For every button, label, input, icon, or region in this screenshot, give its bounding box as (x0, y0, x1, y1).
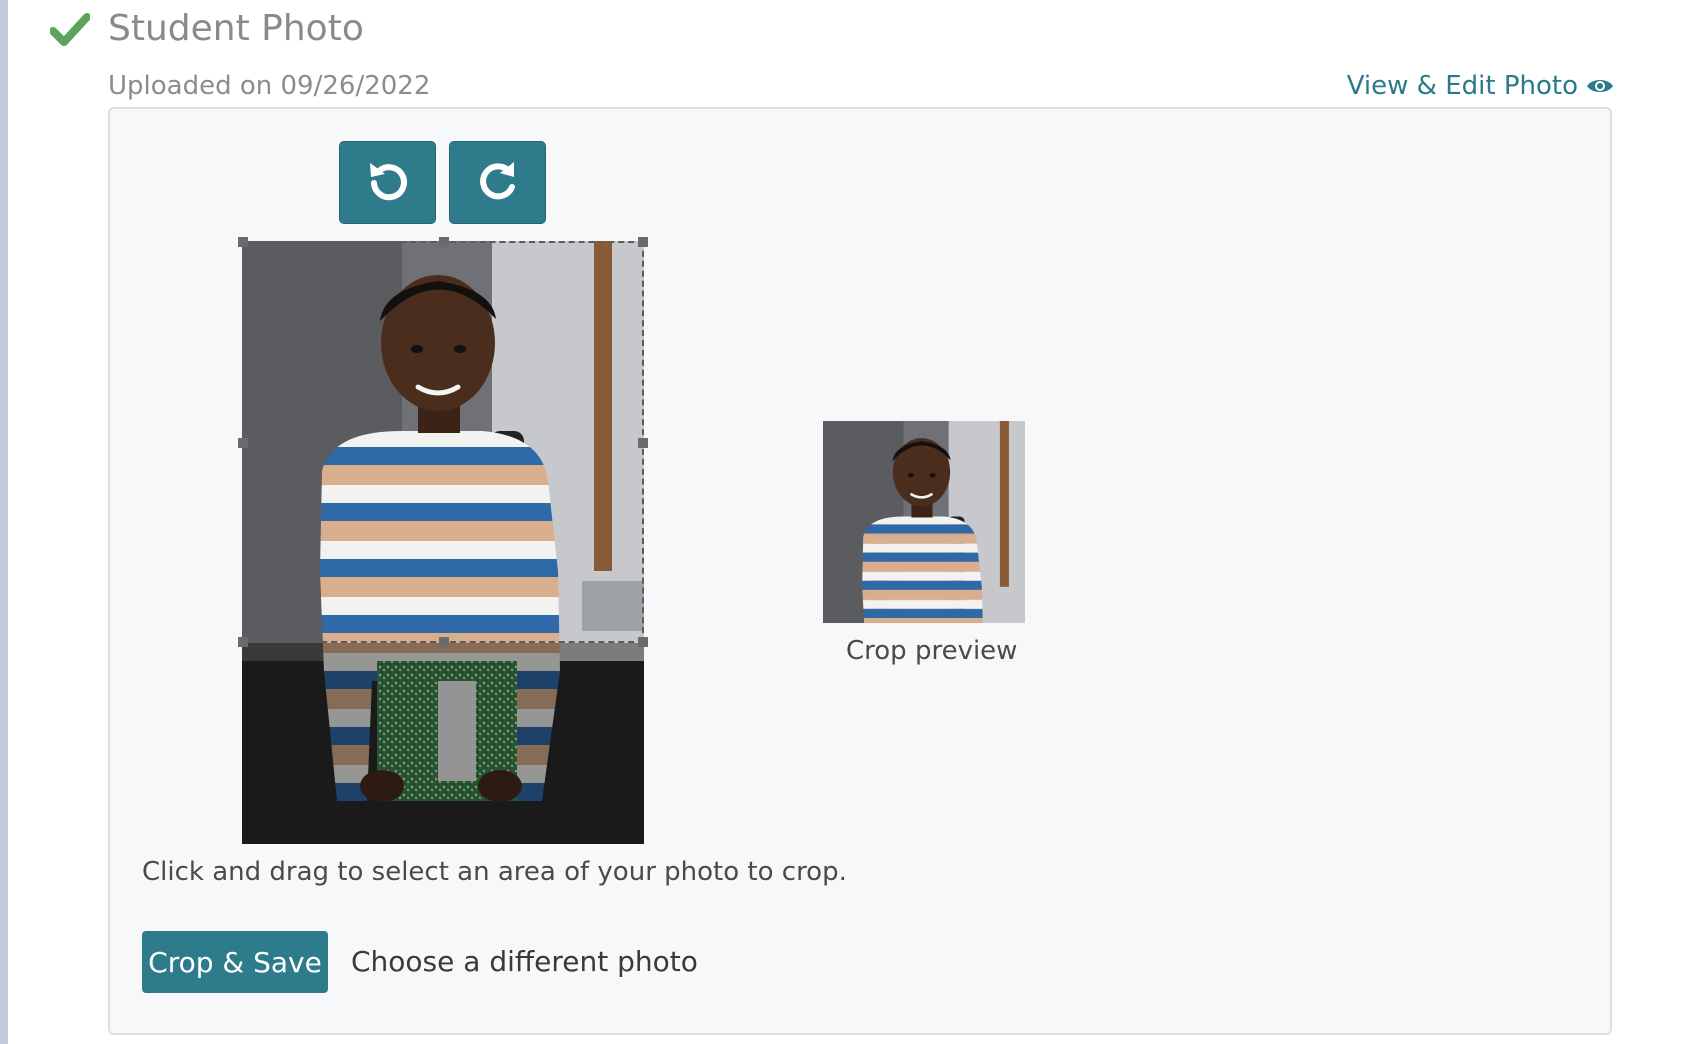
rotate-right-button[interactable] (449, 141, 546, 224)
crop-handle-s[interactable] (439, 637, 449, 647)
crop-handle-w[interactable] (238, 438, 248, 448)
crop-handle-sw[interactable] (238, 637, 248, 647)
crop-handle-ne[interactable] (638, 237, 648, 247)
crop-preview-image (823, 421, 1025, 623)
check-icon (50, 13, 90, 46)
crop-handle-nw[interactable] (238, 237, 248, 247)
rotate-left-button[interactable] (339, 141, 436, 224)
view-edit-photo-label: View & Edit Photo (1346, 71, 1578, 101)
crop-save-button[interactable]: Crop & Save (142, 931, 328, 993)
upload-date: Uploaded on 09/26/2022 (108, 71, 431, 101)
left-rail (0, 0, 8, 1044)
crop-instructions: Click and drag to select an area of your… (142, 857, 847, 887)
view-edit-photo-link[interactable]: View & Edit Photo (1347, 71, 1614, 101)
crop-handle-n[interactable] (439, 237, 449, 247)
rotate-right-icon (479, 161, 515, 199)
crop-selection-box[interactable] (238, 237, 648, 647)
section-title: Student Photo (108, 8, 364, 49)
eye-icon (1587, 80, 1613, 92)
crop-handle-e[interactable] (638, 438, 648, 448)
crop-preview-label: Crop preview (846, 636, 1018, 666)
choose-different-photo-link[interactable]: Choose a different photo (351, 945, 698, 978)
rotate-left-icon (369, 162, 407, 200)
crop-handle-se[interactable] (638, 637, 648, 647)
